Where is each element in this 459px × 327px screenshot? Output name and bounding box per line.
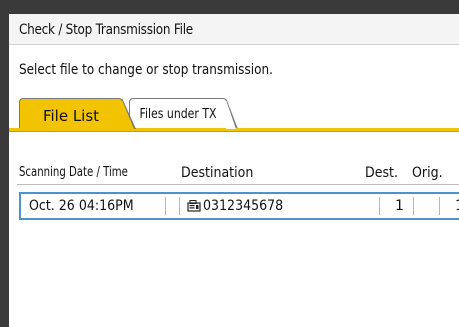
column-header-destination: Destination [181,165,254,181]
transmission-file-screen: Check / Stop Transmission File Select fi… [9,14,459,327]
column-header-orig: Orig. [412,165,443,181]
row-dest-count: 1 [395,198,404,214]
tab-bar: File List Files under TX [9,98,459,138]
column-separator [439,197,440,215]
column-header-dest: Dest. [365,165,398,181]
fax-icon [187,200,201,212]
page-title: Check / Stop Transmission File [19,22,193,38]
row-date-time: Oct. 26 04:16PM [29,198,134,214]
column-separator [165,197,166,215]
row-destination: 0312345678 [203,198,284,214]
tab-files-under-tx-label: Files under TX [139,107,217,122]
table-row[interactable]: Oct. 26 04:16PM 0312345678 1 1 [19,192,459,220]
tab-files-under-tx[interactable]: Files under TX [129,98,238,129]
title-bar: Check / Stop Transmission File [9,14,459,45]
instruction-text: Select file to change or stop transmissi… [19,62,273,78]
row-orig-count: 1 [455,198,459,214]
column-header-scanning-date-time: Scanning Date / Time [19,165,128,180]
column-separator [179,197,180,215]
tab-file-list[interactable]: File List [19,98,136,129]
column-separator [413,197,414,215]
column-separator [379,197,380,215]
tab-file-list-label: File List [42,107,100,125]
header-divider [17,184,459,185]
